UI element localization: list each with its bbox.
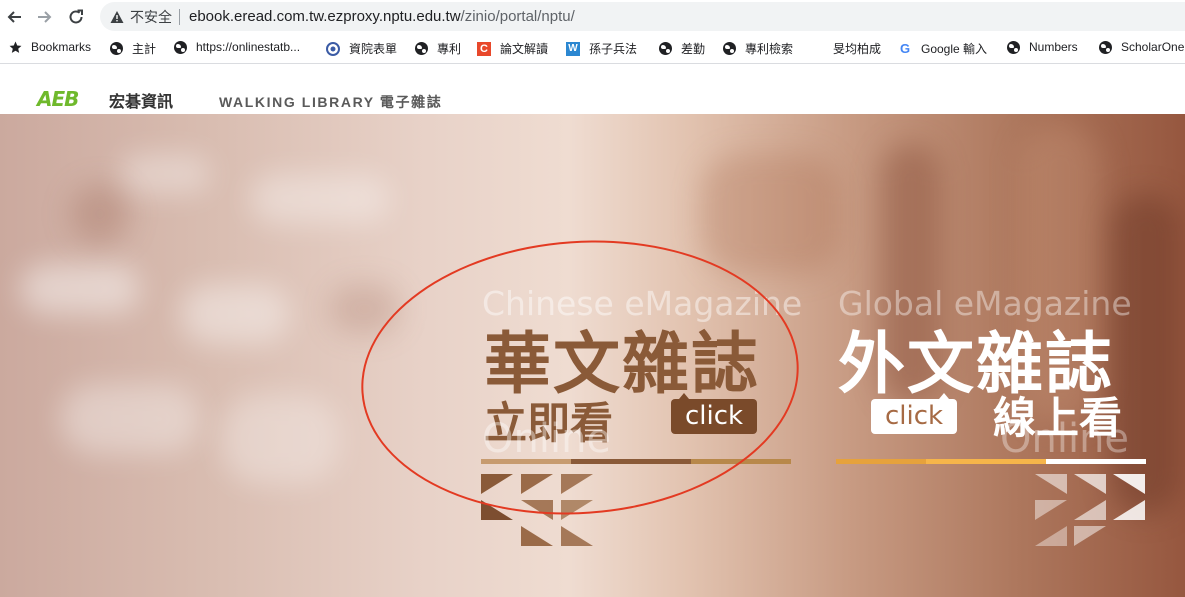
bookmark-item[interactable]: 專利 — [414, 40, 461, 57]
globe-icon — [109, 42, 123, 56]
bookmark-label: 主計 — [132, 42, 157, 56]
background-blur — [60, 384, 200, 454]
warning-icon — [110, 10, 124, 23]
url-path: /zinio/portal/nptu/ — [460, 8, 575, 25]
forward-arrow-icon — [38, 11, 52, 23]
c-icon: C — [477, 41, 491, 56]
globe-icon — [1098, 40, 1112, 54]
divider — [179, 8, 180, 25]
speech-tip — [679, 393, 689, 399]
global-online-ghost-label: Online — [1000, 416, 1130, 462]
bookmark-label: 孫子兵法 — [589, 42, 638, 56]
bookmark-label: https://onlinestatb... — [196, 40, 301, 54]
bookmark-item[interactable]: 資院表單 — [326, 40, 397, 57]
reload-icon — [69, 9, 83, 24]
background-blur — [220, 394, 340, 484]
site-icon — [326, 41, 340, 56]
bookmark-label: Bookmarks — [31, 40, 92, 54]
site-title: WALKING LIBRARY 電子雜誌 — [219, 94, 443, 110]
back-arrow-icon — [7, 11, 21, 23]
background-blur — [180, 284, 290, 344]
background-blur — [250, 174, 390, 224]
back-button[interactable] — [0, 3, 28, 31]
security-label[interactable]: 不安全 — [130, 7, 172, 27]
bookmarks-bar: Bookmarks 主計 https://onlinestatb... 資院表單… — [0, 33, 1185, 64]
site-header: AEB 宏碁資訊 WALKING LIBRARY 電子雜誌 — [0, 65, 1185, 114]
browser-toolbar: 不安全 ebook.eread.com.tw.ezproxy.nptu.edu.… — [0, 0, 1185, 33]
aeb-logo[interactable]: AEB — [37, 87, 79, 111]
company-name: 宏碁資訊 — [109, 94, 174, 111]
bookmark-label: 論文解讀 — [500, 42, 549, 56]
bookmark-item[interactable]: 專利檢索 — [722, 40, 793, 57]
bookmark-label: 專利檢索 — [745, 42, 794, 56]
bookmark-label: 專利 — [437, 42, 462, 56]
background-blur — [20, 264, 140, 314]
star-icon — [8, 40, 22, 54]
bookmark-item[interactable]: https://onlinestatb... — [173, 40, 300, 54]
bookmark-label: ScholarOne — [1121, 40, 1185, 54]
reload-button[interactable] — [62, 3, 90, 31]
bookmark-item[interactable]: G Google 輸入 — [898, 40, 987, 57]
bookmark-item[interactable]: ScholarOne — [1098, 40, 1184, 54]
bookmark-label: Google 輸入 — [921, 42, 988, 56]
w-icon: W — [566, 41, 580, 56]
global-divider-bar — [836, 459, 1146, 464]
globe-icon — [658, 42, 672, 56]
background-blur — [700, 154, 840, 274]
global-click-button[interactable]: click — [871, 393, 957, 434]
chinese-click-button[interactable]: click — [671, 393, 757, 434]
chinese-online-ghost-label: Online — [482, 416, 612, 462]
click-label: click — [684, 401, 744, 431]
address-bar[interactable]: 不安全 ebook.eread.com.tw.ezproxy.nptu.edu.… — [100, 2, 1185, 31]
background-blur — [120, 154, 210, 194]
url-host: ebook.eread.com.tw.ezproxy.nptu.edu.tw — [189, 8, 461, 25]
bookmark-item[interactable]: C 論文解讀 — [477, 40, 548, 57]
globe-icon — [1006, 40, 1020, 54]
globe-icon — [414, 42, 428, 56]
google-icon: G — [899, 41, 911, 56]
bookmark-bookmarks[interactable]: Bookmarks — [8, 40, 91, 54]
background-blur — [1110, 194, 1180, 514]
bookmark-item[interactable]: W 孫子兵法 — [566, 40, 637, 57]
background-blur — [70, 184, 130, 244]
background-blur — [330, 284, 400, 334]
bookmark-label: 差勤 — [681, 42, 706, 56]
bookmark-item[interactable]: 差勤 — [658, 40, 705, 57]
hero-banner: Chinese eMagazine 華文雜誌 立即看 Online click … — [0, 114, 1185, 597]
globe-icon — [722, 42, 736, 56]
bookmark-label: Numbers — [1029, 40, 1078, 54]
chinese-divider-bar — [481, 459, 791, 464]
click-label: click — [884, 401, 944, 431]
bookmark-item[interactable]: Numbers — [1006, 40, 1078, 54]
globe-icon — [173, 40, 187, 54]
forward-button[interactable] — [31, 3, 59, 31]
bookmark-label: 資院表單 — [349, 42, 398, 56]
bookmark-item[interactable]: 主計 — [109, 40, 156, 57]
speech-tip — [939, 393, 949, 399]
bookmark-item[interactable]: 旻均柏成 — [833, 40, 881, 57]
bookmark-label: 旻均柏成 — [833, 42, 882, 56]
